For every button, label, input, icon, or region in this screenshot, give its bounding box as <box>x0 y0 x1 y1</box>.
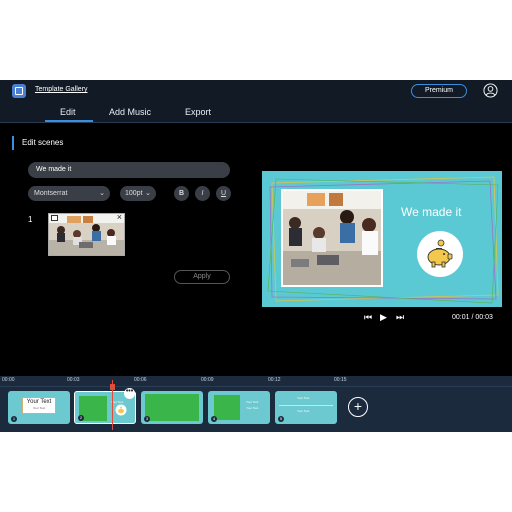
font-family-select[interactable]: Montserrat ⌄ <box>28 186 110 201</box>
clip-title: Your Text <box>246 400 259 404</box>
ruler-tick: 00:12 <box>268 377 281 383</box>
clip-title: Your Text <box>297 396 310 400</box>
timeline: 00:00 00:03 00:06 00:09 00:12 00:15 Your… <box>0 376 512 432</box>
clip-number: 3 <box>144 416 150 422</box>
timeline-clip[interactable]: Your Text Your Text 5 <box>275 391 337 424</box>
clip-number: 2 <box>78 415 84 421</box>
ruler-tick: 00:00 <box>2 377 15 383</box>
italic-button[interactable]: I <box>195 186 210 201</box>
top-bar: Template Gallery Premium <box>0 80 512 102</box>
font-family-value: Montserrat <box>34 190 68 197</box>
clip-subtitle: Your Text <box>297 409 310 413</box>
piggy-bank-icon <box>427 239 453 268</box>
chevron-down-icon: ⌄ <box>99 190 105 197</box>
underline-button[interactable]: U <box>216 186 231 201</box>
office-photo <box>49 214 124 255</box>
ruler-tick: 00:09 <box>201 377 214 383</box>
clip-subtitle: Your Text <box>32 406 46 410</box>
ruler-tick: 00:03 <box>67 377 80 383</box>
scene-number: 1 <box>28 215 33 224</box>
preview-headline: We made it <box>401 205 462 219</box>
clip-divider <box>279 405 333 406</box>
font-size-value: 100pt <box>125 190 143 197</box>
active-tab-indicator <box>45 120 93 122</box>
tab-export[interactable]: Export <box>185 107 211 117</box>
clip-text-box: Your Text Your Text <box>22 397 56 414</box>
more-icon[interactable]: ••• <box>124 388 135 399</box>
app-logo-icon[interactable] <box>12 84 26 98</box>
clip-media-placeholder <box>145 394 199 421</box>
skip-back-icon[interactable]: ⏮ <box>364 312 372 323</box>
ruler-tick: 00:15 <box>334 377 347 383</box>
font-size-select[interactable]: 100pt ⌄ <box>120 186 156 201</box>
timeline-clip[interactable]: 3 <box>141 391 203 424</box>
clip-number: 4 <box>211 416 217 422</box>
apply-button[interactable]: Apply <box>174 270 230 284</box>
scene-media-thumbnail[interactable]: × <box>48 212 125 256</box>
scene-preview: We made it <box>262 171 502 307</box>
clip-title: Your Text <box>26 399 52 405</box>
clip-number: 5 <box>278 416 284 422</box>
skip-forward-icon[interactable]: ⏭ <box>396 312 404 323</box>
add-icon[interactable]: + <box>348 397 368 417</box>
crop-icon[interactable] <box>51 215 58 221</box>
premium-button[interactable]: Premium <box>411 84 467 98</box>
section-title: Edit scenes <box>12 136 63 150</box>
tab-edit[interactable]: Edit <box>60 107 76 117</box>
editor-app: Template Gallery Premium Edit Add Music … <box>0 80 512 432</box>
tab-add-music[interactable]: Add Music <box>109 107 151 117</box>
scene-text-input[interactable]: We made it <box>28 162 230 178</box>
template-gallery-link[interactable]: Template Gallery <box>35 86 88 93</box>
user-avatar-icon[interactable] <box>483 83 498 98</box>
preview-photo <box>281 189 383 287</box>
piggy-bank-badge <box>417 231 463 277</box>
ruler-tick: 00:06 <box>134 377 147 383</box>
timeline-ruler: 00:00 00:03 00:06 00:09 00:12 00:15 <box>0 376 512 387</box>
clip-media-placeholder <box>214 395 240 420</box>
chevron-down-icon: ⌄ <box>145 190 151 197</box>
close-icon[interactable]: × <box>117 212 122 222</box>
clip-number: 1 <box>11 416 17 422</box>
bold-button[interactable]: B <box>174 186 189 201</box>
play-icon[interactable]: ▶ <box>380 312 387 323</box>
clip-subtitle: Your Text <box>246 406 259 410</box>
playhead-handle[interactable] <box>110 384 115 390</box>
piggy-bank-icon <box>115 404 127 416</box>
time-display: 00:01 / 00:03 <box>452 314 493 321</box>
timeline-clip[interactable]: Your Text Your Text 4 <box>208 391 270 424</box>
timeline-clip[interactable]: Your Text Your Text 1 <box>8 391 70 424</box>
